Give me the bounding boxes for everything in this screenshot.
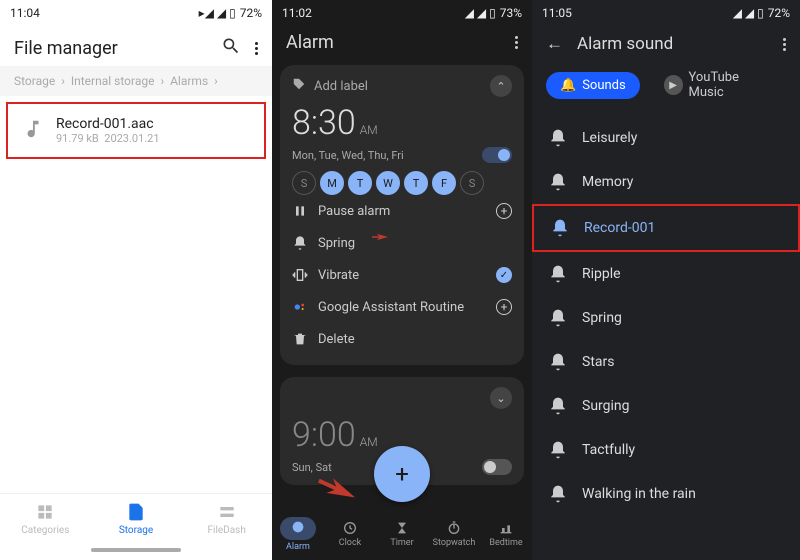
plus-icon[interactable]: + (496, 203, 512, 219)
more-icon[interactable] (255, 42, 258, 55)
back-icon[interactable]: ← (546, 34, 563, 54)
vibrate-row[interactable]: Vibrate ✓ (292, 259, 512, 291)
alarm-toggle[interactable] (482, 147, 512, 163)
day-chip[interactable]: S (460, 171, 484, 195)
bell-icon (548, 172, 568, 192)
bell-icon (548, 440, 568, 460)
alarm-sound-screen: 11:05 ◢ ◢ ▯ 72% ← Alarm sound 🔔 Sounds ▶… (532, 0, 800, 560)
bell-icon (548, 128, 568, 148)
more-icon[interactable] (515, 36, 518, 49)
alarm-sound-row[interactable]: Spring (292, 227, 512, 259)
nav-categories[interactable]: Categories (0, 494, 91, 544)
tag-icon (292, 77, 306, 95)
alarm-days-text: Mon, Tue, Wed, Thu, Fri (292, 149, 404, 162)
search-icon[interactable] (221, 36, 241, 60)
bell-icon (548, 264, 568, 284)
bottom-nav: Alarm Clock Timer Stopwatch Bedtime (272, 508, 532, 560)
collapse-icon[interactable]: ⌃ (490, 75, 512, 97)
chip-sounds[interactable]: 🔔 Sounds (546, 72, 640, 99)
assistant-icon (292, 299, 308, 315)
alarm-header: Alarm (272, 26, 532, 59)
file-manager-screen: 11:04 ▸◢ ◢ ▯ 72% File manager Storage › … (0, 0, 272, 560)
day-chip[interactable]: W (376, 171, 400, 195)
sound-item[interactable]: Leisurely (532, 116, 800, 160)
nav-filedash[interactable]: FileDash (181, 494, 272, 544)
bell-icon (548, 308, 568, 328)
file-name: Record-001.aac (56, 116, 160, 132)
pause-alarm-row[interactable]: Pause alarm + (292, 195, 512, 227)
bell-icon (548, 484, 568, 504)
sound-list: LeisurelyMemoryRecord-001RippleSpringSta… (532, 116, 800, 516)
sound-item[interactable]: Tactfully (532, 428, 800, 472)
status-time: 11:05 (542, 6, 572, 20)
clock-alarm-screen: 11:02 ◢ ◢ ▯ 73% Alarm Add label ⌃ 8:30AM… (272, 0, 532, 560)
more-icon[interactable] (783, 38, 786, 51)
page-title: File manager (14, 38, 118, 59)
page-title: Alarm sound (577, 34, 673, 54)
trash-icon (292, 331, 308, 347)
nav-alarm[interactable]: Alarm (272, 508, 324, 560)
assistant-routine-row[interactable]: Google Assistant Routine + (292, 291, 512, 323)
add-label-button[interactable]: Add label (292, 77, 368, 95)
status-bar: 11:04 ▸◢ ◢ ▯ 72% (0, 0, 272, 26)
bell-icon (548, 396, 568, 416)
chip-youtube-music[interactable]: ▶YouTube Music (650, 64, 786, 106)
day-chip[interactable]: F (432, 171, 456, 195)
bell-icon (548, 352, 568, 372)
status-icons: ◢ ◢ ▯ 73% (465, 6, 522, 20)
status-time: 11:02 (282, 6, 312, 20)
day-chip[interactable]: M (320, 171, 344, 195)
alarm-days-text: Sun, Sat (292, 461, 332, 474)
status-icons: ▸◢ ◢ ▯ 72% (199, 6, 262, 20)
nav-timer[interactable]: Timer (376, 508, 428, 560)
alarm-card-1: Add label ⌃ 8:30AM Mon, Tue, Wed, Thu, F… (280, 65, 524, 365)
page-title: Alarm (286, 32, 334, 53)
status-bar: 11:05 ◢ ◢ ▯ 72% (532, 0, 800, 26)
music-note-icon (22, 118, 44, 144)
sound-item[interactable]: Stars (532, 340, 800, 384)
plus-icon[interactable]: + (496, 299, 512, 315)
delete-row[interactable]: Delete (292, 323, 512, 355)
status-time: 11:04 (10, 6, 40, 20)
alarm-sound-header: ← Alarm sound (532, 26, 800, 60)
sound-item[interactable]: Walking in the rain (532, 472, 800, 516)
gesture-handle (91, 548, 181, 552)
file-row[interactable]: Record-001.aac 91.79 kB 2023.01.21 (6, 102, 266, 159)
day-chip[interactable]: S (292, 171, 316, 195)
nav-storage[interactable]: Storage (91, 494, 182, 544)
breadcrumb[interactable]: Storage › Internal storage › Alarms › (0, 66, 272, 96)
alarm-time[interactable]: 8:30AM (292, 103, 512, 143)
youtube-music-icon: ▶ (664, 75, 683, 95)
day-picker: SMTWTFS (292, 171, 512, 195)
nav-stopwatch[interactable]: Stopwatch (428, 508, 480, 560)
alarm-toggle[interactable] (482, 459, 512, 475)
status-icons: ◢ ◢ ▯ 72% (733, 6, 790, 20)
nav-clock[interactable]: Clock (324, 508, 376, 560)
file-manager-header: File manager (0, 26, 272, 66)
sound-item[interactable]: Memory (532, 160, 800, 204)
sound-item[interactable]: Spring (532, 296, 800, 340)
sound-item[interactable]: Surging (532, 384, 800, 428)
vibrate-icon (292, 267, 308, 283)
check-icon[interactable]: ✓ (496, 267, 512, 283)
day-chip[interactable]: T (348, 171, 372, 195)
callout-arrow-icon (372, 229, 388, 245)
add-alarm-fab[interactable]: + (374, 446, 430, 502)
source-chips: 🔔 Sounds ▶YouTube Music (532, 60, 800, 116)
sound-item[interactable]: Ripple (532, 252, 800, 296)
day-chip[interactable]: T (404, 171, 428, 195)
bottom-nav: Categories Storage FileDash (0, 493, 272, 544)
pause-icon (292, 203, 308, 219)
expand-icon[interactable]: ⌄ (490, 387, 512, 409)
callout-arrow-icon (314, 471, 361, 507)
nav-bedtime[interactable]: Bedtime (480, 508, 532, 560)
bell-icon (550, 218, 570, 238)
status-bar: 11:02 ◢ ◢ ▯ 73% (272, 0, 532, 26)
bell-icon (292, 235, 308, 251)
sound-item[interactable]: Record-001 (532, 204, 800, 252)
file-meta: 91.79 kB 2023.01.21 (56, 132, 160, 145)
